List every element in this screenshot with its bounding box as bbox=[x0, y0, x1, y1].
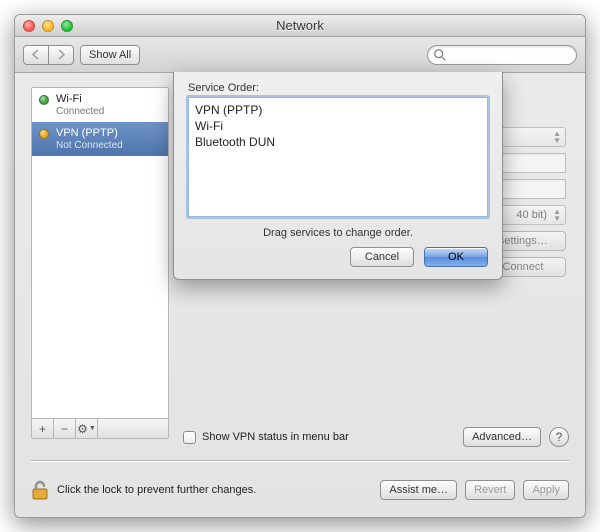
order-list-item[interactable]: VPN (PPTP) bbox=[195, 102, 481, 118]
search-input[interactable] bbox=[427, 45, 577, 65]
lock-icon[interactable] bbox=[31, 479, 49, 501]
ok-button[interactable]: OK bbox=[424, 247, 488, 267]
lock-row: Click the lock to prevent further change… bbox=[31, 479, 569, 501]
cancel-button[interactable]: Cancel bbox=[350, 247, 414, 267]
lock-text: Click the lock to prevent further change… bbox=[57, 484, 256, 496]
service-status: Not Connected bbox=[56, 140, 162, 152]
toolbar: Show All bbox=[15, 37, 585, 73]
service-name: VPN (PPTP) bbox=[56, 127, 162, 140]
revert-button[interactable]: Revert bbox=[465, 480, 515, 500]
apply-button[interactable]: Apply bbox=[523, 480, 569, 500]
window-body: Wi-FiConnectedVPN (PPTP)Not Connected + … bbox=[15, 73, 585, 517]
status-dot-icon bbox=[39, 129, 49, 139]
service-item[interactable]: VPN (PPTP)Not Connected bbox=[32, 122, 168, 156]
sidebar: Wi-FiConnectedVPN (PPTP)Not Connected + … bbox=[31, 87, 169, 439]
show-status-label: Show VPN status in menu bar bbox=[202, 431, 349, 443]
advanced-button[interactable]: Advanced… bbox=[463, 427, 541, 447]
service-name: Wi-Fi bbox=[56, 93, 162, 106]
service-order-sheet: Service Order: VPN (PPTP)Wi-FiBluetooth … bbox=[173, 72, 503, 280]
show-status-checkbox[interactable] bbox=[183, 431, 196, 444]
assist-button[interactable]: Assist me… bbox=[380, 480, 457, 500]
zoom-window-icon[interactable] bbox=[61, 20, 73, 32]
service-list[interactable]: Wi-FiConnectedVPN (PPTP)Not Connected bbox=[31, 87, 169, 419]
service-status: Connected bbox=[56, 106, 162, 118]
window-title: Network bbox=[15, 18, 585, 33]
show-all-button[interactable]: Show All bbox=[80, 45, 140, 65]
forward-button[interactable] bbox=[48, 45, 74, 65]
search-wrap bbox=[427, 45, 577, 65]
close-window-icon[interactable] bbox=[23, 20, 35, 32]
service-order-hint: Drag services to change order. bbox=[188, 227, 488, 239]
nav-back-forward bbox=[23, 45, 74, 65]
service-item[interactable]: Wi-FiConnected bbox=[32, 88, 168, 122]
service-order-list[interactable]: VPN (PPTP)Wi-FiBluetooth DUN bbox=[188, 97, 488, 217]
minimize-window-icon[interactable] bbox=[42, 20, 54, 32]
divider bbox=[31, 460, 569, 461]
status-dot-icon bbox=[39, 95, 49, 105]
search-icon bbox=[433, 48, 447, 62]
help-button[interactable]: ? bbox=[549, 427, 569, 447]
network-preferences-window: Network Show All Wi-FiConnectedVPN (PPTP… bbox=[14, 14, 586, 518]
chevron-right-icon bbox=[57, 50, 65, 59]
bottom-bar: Show VPN status in menu bar Advanced… ? bbox=[31, 427, 569, 447]
order-list-item[interactable]: Wi-Fi bbox=[195, 118, 481, 134]
chevron-left-icon bbox=[32, 50, 40, 59]
order-list-item[interactable]: Bluetooth DUN bbox=[195, 134, 481, 150]
service-order-label: Service Order: bbox=[188, 82, 488, 94]
back-button[interactable] bbox=[23, 45, 49, 65]
titlebar: Network bbox=[15, 15, 585, 37]
traffic-lights bbox=[15, 20, 73, 32]
